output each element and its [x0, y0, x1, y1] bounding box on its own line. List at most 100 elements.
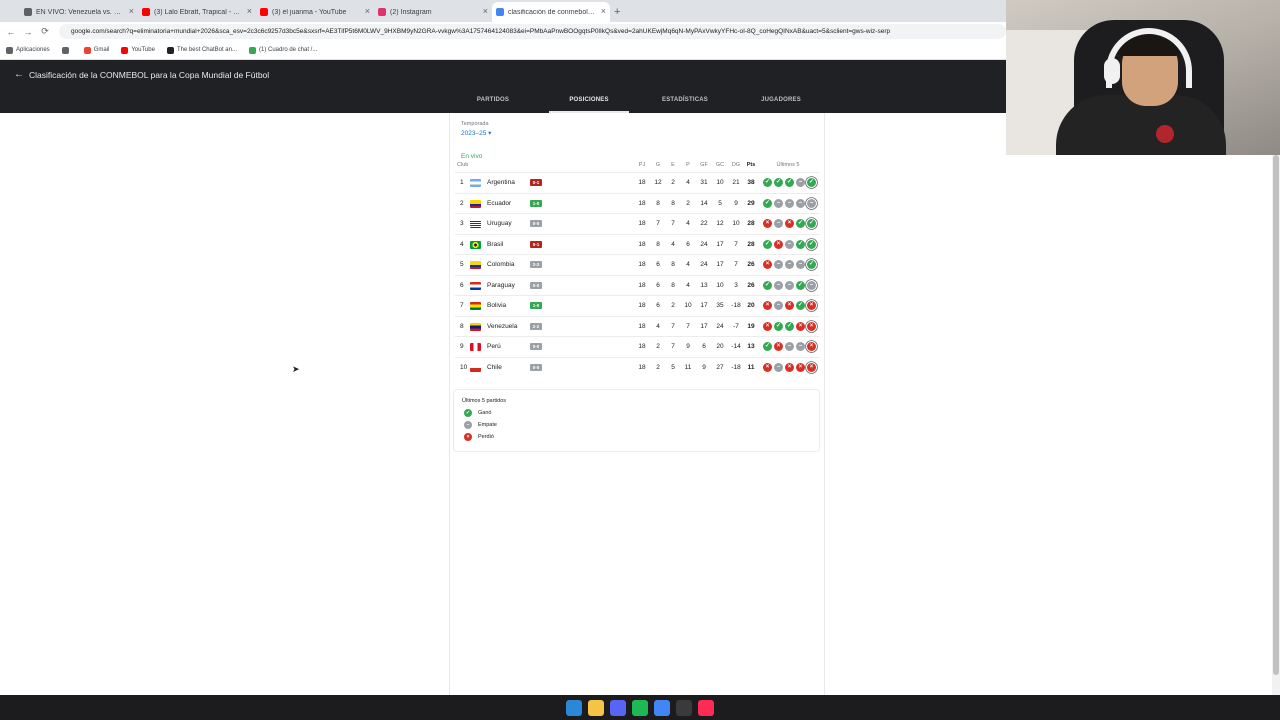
- team-name[interactable]: Venezuela: [487, 323, 517, 330]
- draw-icon[interactable]: –: [785, 260, 794, 269]
- spotify-icon[interactable]: [632, 699, 648, 716]
- tab-partidos[interactable]: PARTIDOS: [445, 97, 541, 113]
- team-name[interactable]: Chile: [487, 364, 502, 371]
- loss-icon[interactable]: ×: [763, 362, 772, 372]
- table-row[interactable]: 1 Argentina 0-1 18 12 2 4 31 10 21 38 ✓ ✓ ✓ – ✓: [455, 172, 820, 192]
- bookmark-item[interactable]: [61, 46, 72, 54]
- table-row[interactable]: 5 Colombia 2-2 18 6 8 4 24 17 7 26 × – – – ✓: [455, 254, 820, 274]
- discord-icon[interactable]: [610, 699, 626, 716]
- team-name[interactable]: Uruguay: [487, 220, 512, 227]
- win-icon[interactable]: ✓: [774, 178, 783, 187]
- loss-icon[interactable]: ×: [807, 362, 816, 372]
- draw-icon[interactable]: –: [807, 280, 816, 290]
- team-name[interactable]: Perú: [487, 343, 501, 350]
- live-score-badge[interactable]: 0-0: [530, 363, 542, 371]
- draw-icon[interactable]: –: [785, 342, 794, 351]
- draw-icon[interactable]: –: [785, 239, 794, 249]
- windows-start-icon[interactable]: [566, 699, 582, 716]
- win-icon[interactable]: ✓: [807, 178, 816, 187]
- draw-icon[interactable]: –: [774, 301, 783, 310]
- loss-icon[interactable]: ×: [807, 321, 816, 331]
- bookmark-item[interactable]: Aplicaciones: [6, 46, 50, 54]
- live-score-badge[interactable]: 2-2: [530, 261, 542, 268]
- table-row[interactable]: 6 Paraguay 0-0 18 6 8 4 13 10 3 26 ✓ – – ✓ –: [455, 274, 820, 295]
- win-icon[interactable]: ✓: [763, 178, 772, 187]
- tab-estadísticas[interactable]: ESTADÍSTICAS: [637, 97, 733, 113]
- win-icon[interactable]: ✓: [796, 219, 805, 228]
- loss-icon[interactable]: ×: [763, 219, 772, 228]
- team-name[interactable]: Brasil: [487, 241, 503, 248]
- loss-icon[interactable]: ×: [774, 342, 783, 351]
- back-nav-icon[interactable]: ←: [5, 27, 17, 37]
- draw-icon[interactable]: –: [785, 280, 794, 290]
- table-row[interactable]: 2 Ecuador 1-0 18 8 8 2 14 5 9 29 ✓ – – – –: [455, 192, 820, 213]
- live-score-badge[interactable]: 0-0: [530, 281, 542, 289]
- loss-icon[interactable]: ×: [796, 321, 805, 331]
- win-icon[interactable]: ✓: [807, 219, 816, 228]
- live-score-badge[interactable]: 1-0: [530, 302, 542, 309]
- team-name[interactable]: Argentina: [487, 179, 515, 186]
- draw-icon[interactable]: –: [774, 219, 783, 228]
- table-row[interactable]: 3 Uruguay 0-0 18 7 7 4 22 12 10 28 × – × ✓ ✓: [455, 213, 820, 233]
- loss-icon[interactable]: ×: [807, 301, 816, 310]
- table-row[interactable]: 7 Bolivia 1-0 18 6 2 10 17 35 -18 20 × – × ✓ ×: [455, 295, 820, 315]
- close-tab-icon[interactable]: ×: [247, 6, 252, 16]
- live-score-badge[interactable]: 0-1: [530, 179, 542, 186]
- table-row[interactable]: 8 Venezuela 2-2 18 4 7 7 17 24 -7 19 × ✓ ✓ × ×: [455, 315, 820, 336]
- browser-tab[interactable]: (3) el juanma - YouTube ×: [256, 2, 374, 22]
- draw-icon[interactable]: –: [785, 198, 794, 208]
- table-row[interactable]: 10 Chile 0-0 18 2 5 11 9 27 -18 11 × – × × ×: [455, 356, 820, 377]
- season-selector[interactable]: 2023–25 ▾: [461, 129, 491, 137]
- win-icon[interactable]: ✓: [763, 239, 772, 249]
- draw-icon[interactable]: –: [796, 260, 805, 269]
- win-icon[interactable]: ✓: [796, 280, 805, 290]
- browser-tab[interactable]: EN VIVO: Venezuela vs. Colombia ×: [20, 2, 138, 22]
- loss-icon[interactable]: ×: [796, 362, 805, 372]
- loss-icon[interactable]: ×: [785, 219, 794, 228]
- browser-tab[interactable]: (3) Lalo Ebratt, Trapical - Mocca ×: [138, 2, 256, 22]
- win-icon[interactable]: ✓: [807, 239, 816, 249]
- win-icon[interactable]: ✓: [774, 321, 783, 331]
- new-tab-button[interactable]: +: [614, 2, 620, 22]
- reload-icon[interactable]: ⟳: [39, 26, 51, 37]
- scrollbar-thumb[interactable]: [1273, 155, 1279, 675]
- team-name[interactable]: Ecuador: [487, 200, 511, 207]
- live-score-badge[interactable]: 0-0: [530, 343, 542, 350]
- win-icon[interactable]: ✓: [763, 198, 772, 208]
- close-tab-icon[interactable]: ×: [129, 6, 134, 16]
- win-icon[interactable]: ✓: [796, 301, 805, 310]
- draw-icon[interactable]: –: [796, 198, 805, 208]
- team-name[interactable]: Paraguay: [487, 282, 515, 289]
- page-scrollbar[interactable]: [1272, 155, 1280, 695]
- table-row[interactable]: 9 Perú 0-0 18 2 7 9 6 20 -14 13 ✓ × – – ×: [455, 336, 820, 356]
- loss-icon[interactable]: ×: [763, 260, 772, 269]
- browser-tab[interactable]: (2) Instagram ×: [374, 2, 492, 22]
- live-score-badge[interactable]: 0-0: [530, 220, 542, 227]
- team-name[interactable]: Bolivia: [487, 302, 506, 309]
- live-score-badge[interactable]: 0-1: [530, 240, 542, 248]
- loss-icon[interactable]: ×: [763, 321, 772, 331]
- url-field[interactable]: google.com/search?q=eliminatoria+mundial…: [59, 24, 1006, 39]
- table-row[interactable]: 4 Brasil 0-1 18 8 4 6 24 17 7 28 ✓ × – ✓ ✓: [455, 233, 820, 254]
- obs-icon[interactable]: [676, 699, 692, 716]
- close-tab-icon[interactable]: ×: [365, 6, 370, 16]
- team-name[interactable]: Colombia: [487, 261, 514, 268]
- close-tab-icon[interactable]: ×: [483, 6, 488, 16]
- win-icon[interactable]: ✓: [807, 260, 816, 269]
- close-tab-icon[interactable]: ×: [601, 6, 606, 16]
- tab-jugadores[interactable]: JUGADORES: [733, 97, 829, 113]
- live-score-badge[interactable]: 2-2: [530, 322, 542, 330]
- tiktok-icon[interactable]: [698, 699, 714, 716]
- bookmark-item[interactable]: The best ChatBot an...: [166, 46, 237, 54]
- draw-icon[interactable]: –: [774, 362, 783, 372]
- bookmark-item[interactable]: (1) Cuadro de chat /...: [248, 46, 317, 54]
- bookmark-item[interactable]: YouTube: [121, 46, 155, 54]
- file-explorer-icon[interactable]: [588, 699, 604, 716]
- chrome-icon[interactable]: [654, 699, 670, 716]
- win-icon[interactable]: ✓: [796, 239, 805, 249]
- loss-icon[interactable]: ×: [785, 301, 794, 310]
- forward-nav-icon[interactable]: →: [22, 27, 34, 37]
- draw-icon[interactable]: –: [774, 260, 783, 269]
- win-icon[interactable]: ✓: [763, 280, 772, 290]
- bookmark-item[interactable]: Gmail: [83, 46, 109, 54]
